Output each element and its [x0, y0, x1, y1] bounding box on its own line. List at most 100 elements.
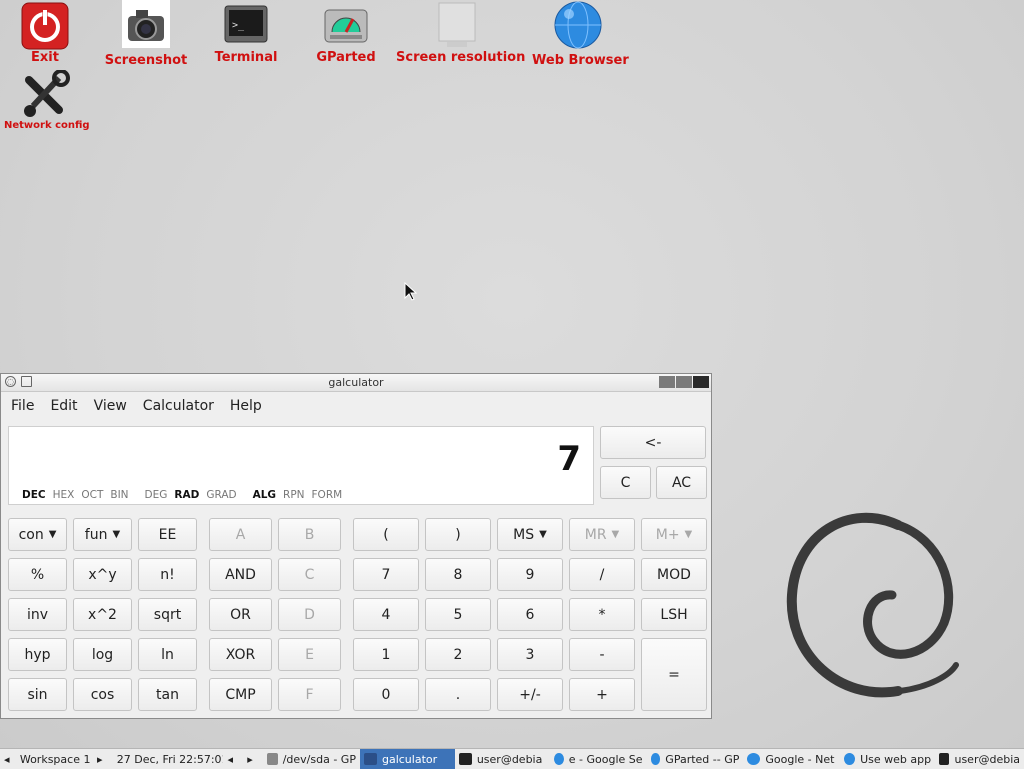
hex-b-button[interactable]: B [278, 518, 341, 551]
multiply-button[interactable]: * [569, 598, 635, 631]
mod-button[interactable]: MOD [641, 558, 707, 591]
taskbar-item-browser-google-net[interactable]: Google - Net [743, 749, 840, 769]
menu-view[interactable]: View [86, 398, 135, 414]
browser-icon [747, 753, 761, 765]
prev-window-icon[interactable]: ◂ [223, 749, 243, 769]
desktop-icon-label: Exit [31, 50, 59, 65]
right-paren-button[interactable]: ) [425, 518, 491, 551]
subtract-button[interactable]: - [569, 638, 635, 671]
divide-button[interactable]: / [569, 558, 635, 591]
hyperbolic-button[interactable]: hyp [8, 638, 67, 671]
mode-bin[interactable]: BIN [110, 489, 128, 501]
hex-c-button[interactable]: C [278, 558, 341, 591]
desktop-icon-label: Network config [4, 120, 90, 131]
sin-button[interactable]: sin [8, 678, 67, 711]
square-button[interactable]: x^2 [73, 598, 132, 631]
all-clear-button[interactable]: AC [656, 466, 707, 499]
desktop-icon-label: Terminal [214, 50, 278, 65]
inverse-button[interactable]: inv [8, 598, 67, 631]
desktop-icon-screen-resolution[interactable]: Screen resolution [396, 2, 525, 65]
taskbar-item-browser-google-search[interactable]: e - Google Se [550, 749, 647, 769]
hex-e-button[interactable]: E [278, 638, 341, 671]
next-window-icon[interactable]: ▸ [243, 749, 263, 769]
mode-rad[interactable]: RAD [174, 489, 199, 501]
digit-1-button[interactable]: 1 [353, 638, 419, 671]
hex-a-button[interactable]: A [209, 518, 272, 551]
or-button[interactable]: OR [209, 598, 272, 631]
menu-edit[interactable]: Edit [42, 398, 85, 414]
tan-button[interactable]: tan [138, 678, 197, 711]
desktop-icon-exit[interactable]: Exit [14, 2, 76, 65]
chevron-down-icon: ▼ [539, 529, 547, 540]
digit-5-button[interactable]: 5 [425, 598, 491, 631]
taskbar-item-browser-gparted[interactable]: GParted -- GP [647, 749, 744, 769]
next-workspace-icon[interactable]: ▸ [93, 749, 113, 769]
power-button[interactable]: x^y [73, 558, 132, 591]
mode-rpn[interactable]: RPN [283, 489, 304, 501]
minimize-button[interactable] [659, 376, 675, 388]
mode-oct[interactable]: OCT [81, 489, 103, 501]
mode-grad[interactable]: GRAD [206, 489, 236, 501]
taskbar-item-terminal-2[interactable]: user@debia [935, 749, 1024, 769]
xor-button[interactable]: XOR [209, 638, 272, 671]
desktop-icon-label: GParted [316, 50, 376, 65]
digit-6-button[interactable]: 6 [497, 598, 563, 631]
log-button[interactable]: log [73, 638, 132, 671]
left-paren-button[interactable]: ( [353, 518, 419, 551]
workspace-label[interactable]: Workspace 1 [16, 749, 93, 769]
hex-f-button[interactable]: F [278, 678, 341, 711]
percent-button[interactable]: % [8, 558, 67, 591]
desktop-icon-terminal[interactable]: >_ Terminal [210, 2, 282, 65]
sign-button[interactable]: +/- [497, 678, 563, 711]
mode-dec[interactable]: DEC [22, 489, 46, 501]
and-button[interactable]: AND [209, 558, 272, 591]
hex-d-button[interactable]: D [278, 598, 341, 631]
prev-workspace-icon[interactable]: ◂ [0, 749, 16, 769]
digit-4-button[interactable]: 4 [353, 598, 419, 631]
backspace-button[interactable]: <- [600, 426, 706, 459]
ln-button[interactable]: ln [138, 638, 197, 671]
factorial-button[interactable]: n! [138, 558, 197, 591]
mode-hex[interactable]: HEX [53, 489, 75, 501]
ee-button[interactable]: EE [138, 518, 197, 551]
equals-button[interactable]: = [641, 638, 707, 711]
desktop-icon-screenshot[interactable]: Screenshot [104, 0, 188, 68]
functions-button[interactable]: fun ▼ [73, 518, 132, 551]
close-button[interactable] [693, 376, 709, 388]
mode-deg[interactable]: DEG [145, 489, 168, 501]
mode-form[interactable]: FORM [312, 489, 343, 501]
taskbar-item-web-app[interactable]: Use web app [840, 749, 935, 769]
desktop-icon-web-browser[interactable]: Web Browser [532, 0, 629, 68]
desktop-icon-network-config[interactable]: Network config [4, 69, 90, 131]
decimal-point-button[interactable]: . [425, 678, 491, 711]
digit-2-button[interactable]: 2 [425, 638, 491, 671]
taskbar-item-gparted[interactable]: /dev/sda - GP [263, 749, 360, 769]
window-titlebar[interactable]: ◌ galculator [1, 374, 711, 392]
add-button[interactable]: + [569, 678, 635, 711]
digit-7-button[interactable]: 7 [353, 558, 419, 591]
maximize-button[interactable] [676, 376, 692, 388]
tools-icon [21, 69, 71, 120]
digit-9-button[interactable]: 9 [497, 558, 563, 591]
digit-0-button[interactable]: 0 [353, 678, 419, 711]
mode-alg[interactable]: ALG [253, 489, 276, 501]
taskbar-item-terminal[interactable]: user@debia [455, 749, 550, 769]
menu-calculator[interactable]: Calculator [135, 398, 222, 414]
complement-button[interactable]: CMP [209, 678, 272, 711]
menu-help[interactable]: Help [222, 398, 270, 414]
digit-8-button[interactable]: 8 [425, 558, 491, 591]
left-shift-button[interactable]: LSH [641, 598, 707, 631]
digit-3-button[interactable]: 3 [497, 638, 563, 671]
taskbar-item-galculator[interactable]: galculator [359, 749, 455, 769]
memory-store-button[interactable]: MS ▼ [497, 518, 563, 551]
sqrt-button[interactable]: sqrt [138, 598, 197, 631]
cos-button[interactable]: cos [73, 678, 132, 711]
desktop-icon-gparted[interactable]: GParted [312, 2, 380, 65]
menu-file[interactable]: File [3, 398, 42, 414]
taskbar: ◂ Workspace 1 ▸ 27 Dec, Fri 22:57:01 ◂ ▸… [0, 748, 1024, 769]
memory-add-button[interactable]: M+ ▼ [641, 518, 707, 551]
menubar: File Edit View Calculator Help [1, 392, 711, 420]
constants-button[interactable]: con ▼ [8, 518, 67, 551]
memory-recall-button[interactable]: MR ▼ [569, 518, 635, 551]
clear-button[interactable]: C [600, 466, 651, 499]
